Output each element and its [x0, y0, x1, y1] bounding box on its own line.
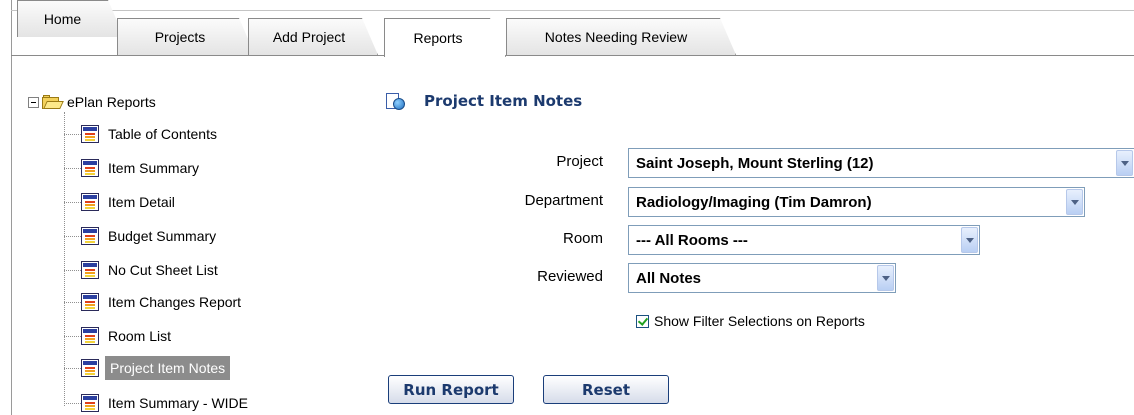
tab-projects[interactable]: Projects [117, 18, 255, 55]
reviewed-label: Reviewed [537, 268, 603, 285]
room-select[interactable]: --- All Rooms --- [628, 225, 980, 255]
run-report-button[interactable]: Run Report [388, 375, 514, 404]
tree-item-label[interactable]: No Cut Sheet List [105, 260, 221, 280]
department-label: Department [524, 192, 603, 209]
chevron-down-icon[interactable] [1116, 150, 1133, 176]
report-icon [81, 293, 99, 311]
reviewed-select-value: All Notes [636, 269, 702, 287]
tree-item-label[interactable]: Item Detail [105, 192, 178, 212]
project-label: Project [556, 153, 603, 170]
tab-notes-needing-review[interactable]: Notes Needing Review [506, 18, 736, 55]
reset-button[interactable]: Reset [543, 375, 669, 404]
show-filters-label[interactable]: Show Filter Selections on Reports [654, 313, 865, 329]
frame-left-border [11, 0, 12, 415]
report-icon [81, 327, 99, 345]
report-icon [81, 193, 99, 211]
tree-item-label[interactable]: Item Summary [105, 158, 202, 178]
room-label: Room [562, 230, 603, 247]
chevron-down-icon[interactable] [1066, 189, 1083, 215]
tab-home[interactable]: Home [17, 0, 124, 37]
tab-label: Projects [154, 29, 206, 45]
tab-label: Notes Needing Review [544, 29, 688, 45]
project-select-value: Saint Joseph, Mount Sterling (12) [636, 154, 874, 172]
tree-root[interactable]: ePlan Reports [28, 92, 156, 112]
collapse-icon[interactable] [28, 96, 39, 108]
tree-root-label: ePlan Reports [67, 94, 156, 110]
report-globe-icon [386, 93, 406, 111]
room-select-value: --- All Rooms --- [636, 231, 748, 249]
report-icon [81, 359, 99, 377]
tab-add-project[interactable]: Add Project [248, 18, 378, 55]
tree-item-label[interactable]: Item Summary - WIDE [105, 393, 251, 413]
frame-top-border [11, 10, 1134, 11]
show-filters-checkbox[interactable] [636, 314, 649, 328]
tree-item-item-changes-report[interactable]: Item Changes Report [64, 290, 244, 314]
tab-label: Reports [413, 30, 463, 46]
tree-item-budget-summary[interactable]: Budget Summary [64, 224, 219, 248]
chevron-down-icon[interactable] [877, 265, 894, 291]
reviewed-select[interactable]: All Notes [628, 263, 896, 293]
tree-item-item-detail[interactable]: Item Detail [64, 190, 178, 214]
tree-item-label[interactable]: Budget Summary [105, 226, 219, 246]
tree-item-project-item-notes[interactable]: Project Item Notes [64, 356, 231, 380]
active-tab-gap [385, 55, 505, 57]
page-title: Project Item Notes [424, 92, 583, 110]
report-icon [81, 159, 99, 177]
report-icon [81, 227, 99, 245]
tree-item-room-list[interactable]: Room List [64, 324, 174, 348]
tabbar-baseline [11, 55, 1134, 56]
tree-item-item-summary[interactable]: Item Summary [64, 156, 202, 180]
chevron-down-icon[interactable] [961, 227, 978, 253]
tree-item-table-of-contents[interactable]: Table of Contents [64, 122, 220, 146]
report-icon [81, 394, 99, 412]
tree-item-label[interactable]: Table of Contents [105, 124, 220, 144]
department-select-value: Radiology/Imaging (Tim Damron) [636, 193, 872, 211]
tab-label: Home [43, 11, 82, 27]
tree-item-label[interactable]: Room List [105, 326, 174, 346]
folder-open-icon [42, 95, 64, 109]
project-select[interactable]: Saint Joseph, Mount Sterling (12) [628, 148, 1134, 178]
tree-item-item-summary-wide[interactable]: Item Summary - WIDE [64, 391, 251, 415]
tree-item-label-selected[interactable]: Project Item Notes [105, 356, 231, 380]
tree-item-label[interactable]: Item Changes Report [105, 292, 244, 312]
department-select[interactable]: Radiology/Imaging (Tim Damron) [628, 187, 1085, 217]
tab-reports[interactable]: Reports [384, 18, 506, 57]
report-icon [81, 125, 99, 143]
show-filters-row[interactable]: Show Filter Selections on Reports [636, 313, 865, 329]
tree-item-no-cut-sheet-list[interactable]: No Cut Sheet List [64, 258, 221, 282]
tab-label: Add Project [272, 29, 346, 45]
report-icon [81, 261, 99, 279]
